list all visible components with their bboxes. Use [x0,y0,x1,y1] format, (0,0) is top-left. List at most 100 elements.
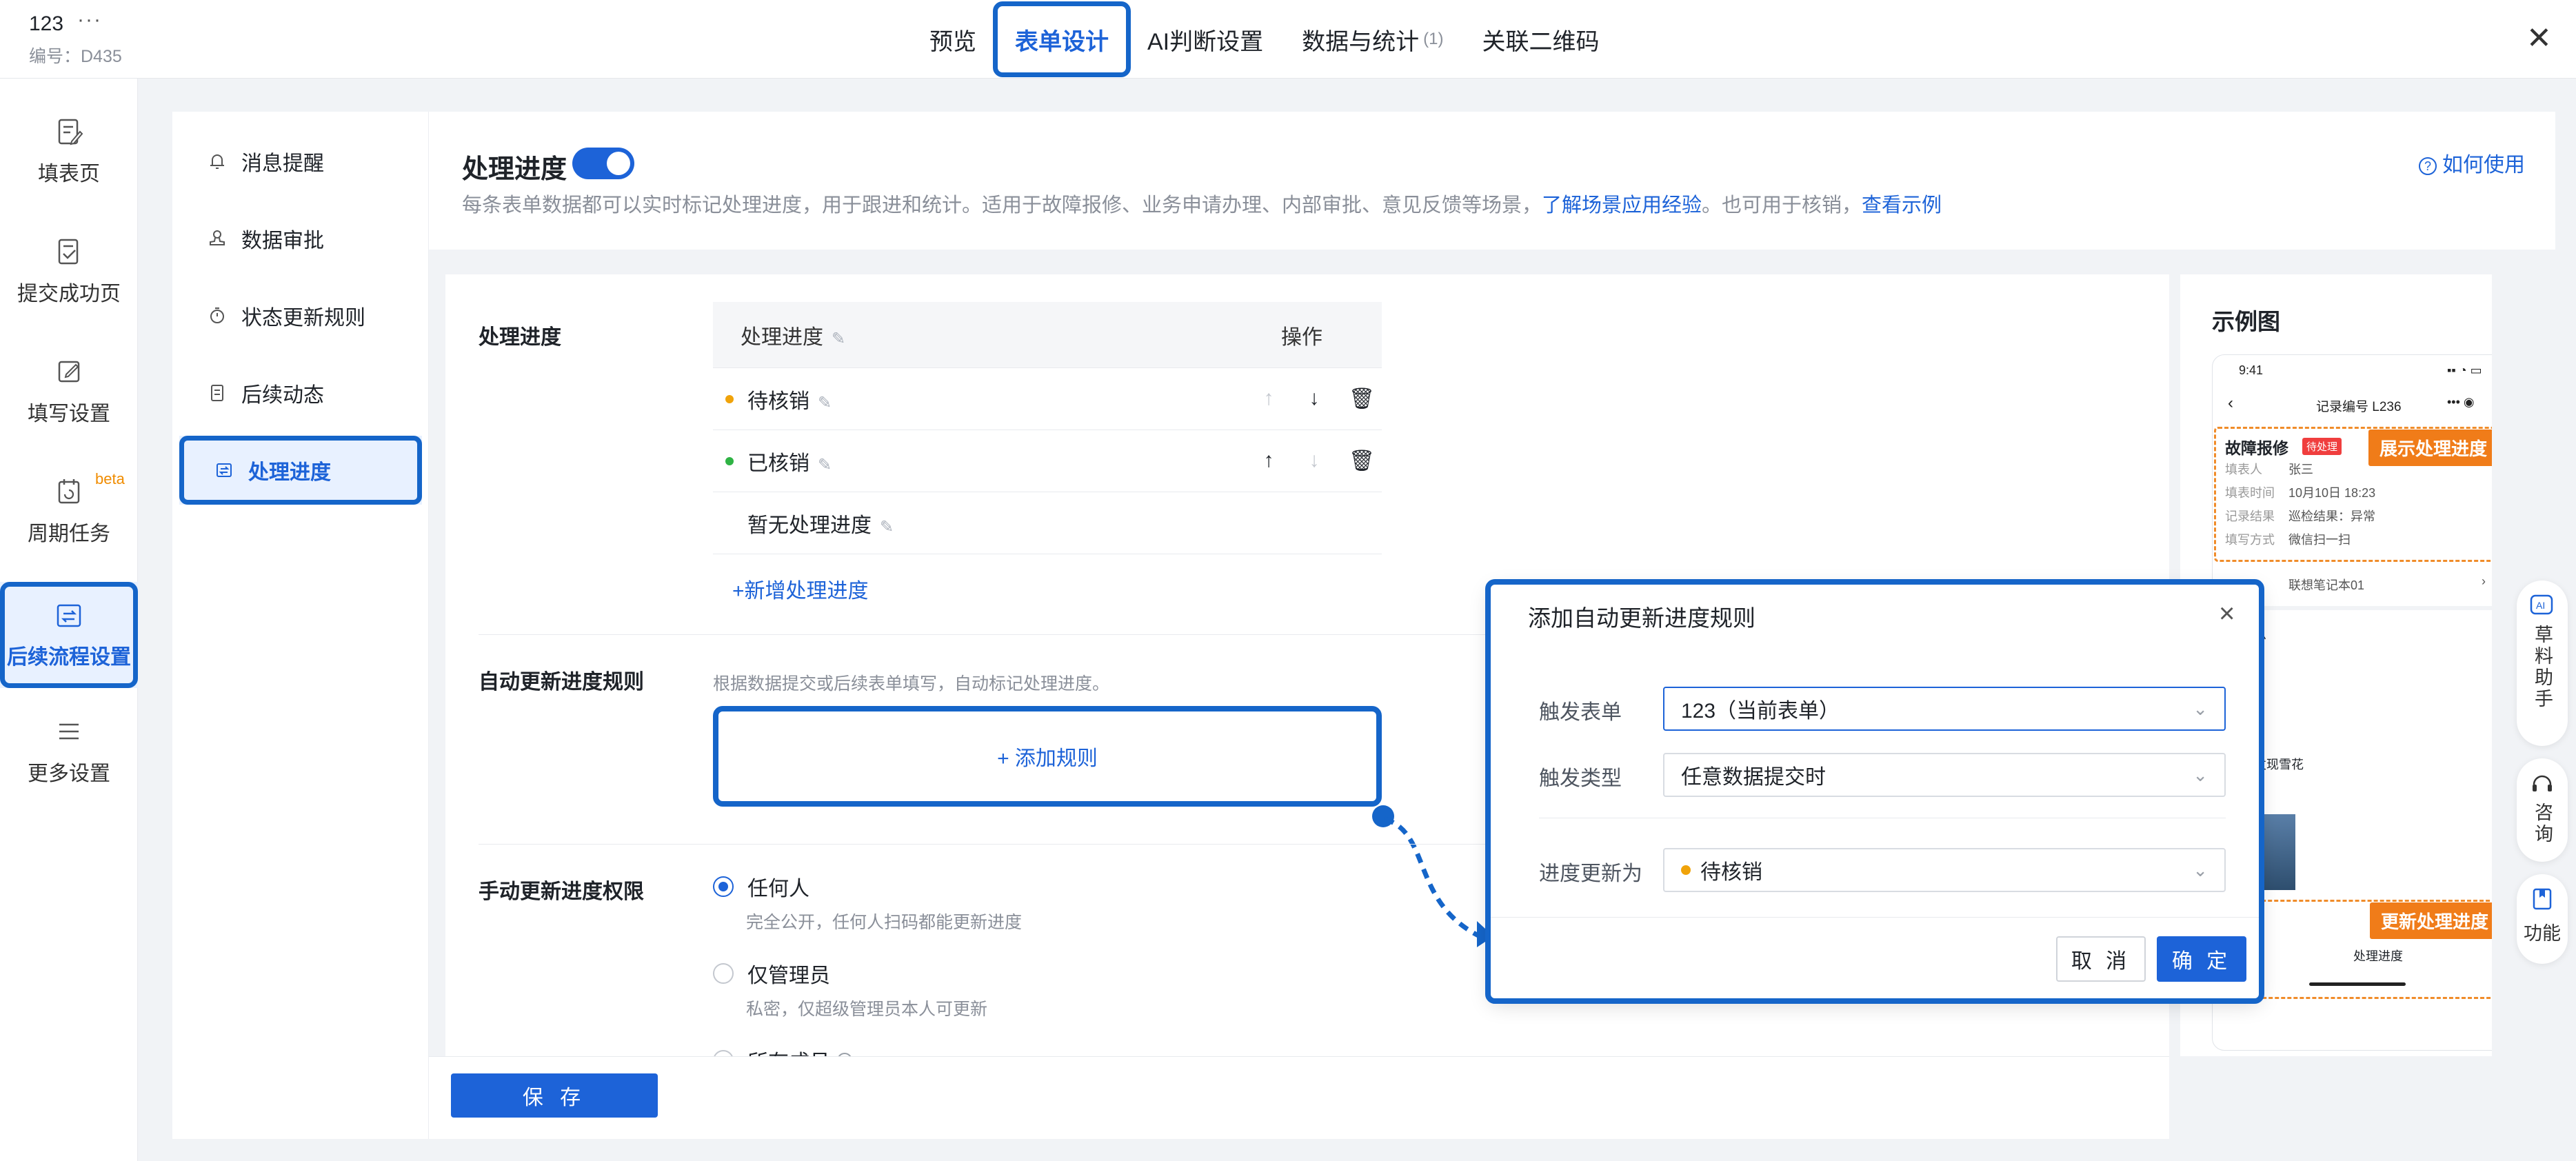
trigger-form-label: 触发表单 [1539,701,1622,724]
trigger-form-select[interactable]: 123（当前表单） ⌄ [1663,687,2226,731]
radio-button[interactable] [713,876,734,897]
col-ops-header: 操作 [1281,325,1322,349]
consult-button[interactable]: 咨询 [2517,758,2568,862]
rail-label: 后续流程设置 [7,646,131,669]
progress-toggle[interactable] [572,148,634,179]
radio-label: 仅管理员 [747,965,830,987]
save-button[interactable]: 保 存 [451,1073,658,1118]
left-rail: 填表页 提交成功页 填写设置 beta 周期任务 后续流程设置 更多设置 [0,79,138,1161]
manual-section-label: 手动更新进度权限 [479,880,644,903]
rail-item-periodic-task[interactable]: beta 周期任务 [0,456,138,567]
tab-data-stats[interactable]: 数据与统计 (1) [1282,0,1462,79]
ai-assistant-button[interactable]: AI 草料助手 [2517,580,2568,746]
rail-label: 周期任务 [28,523,110,545]
show-progress-tag: 展示处理进度 [2368,430,2492,466]
cycle-task-icon [58,479,80,504]
feature-button[interactable]: 功能 [2517,874,2568,964]
field-value: 张三 [2288,463,2313,476]
stamp-icon [210,230,225,245]
progress-section-label: 处理进度 [479,326,561,349]
close-icon[interactable]: × [2219,598,2235,629]
table-header: 处理进度 ✎ 操作 [713,302,1382,368]
bell-icon [210,154,224,169]
trash-icon[interactable]: 🗑 [1349,387,1375,411]
how-to-use-link[interactable]: ? 如何使用 [2419,148,2525,178]
document-icon [211,385,223,401]
ai-icon: AI [2530,594,2553,615]
subnav-item-status-rules[interactable]: 状态更新规则 [172,281,429,350]
subnav-item-follow-up[interactable]: 后续动态 [172,359,429,427]
rail-item-success-page[interactable]: 提交成功页 [0,216,138,327]
rail-item-fill-page[interactable]: 填表页 [0,97,138,207]
add-rule-button[interactable]: + 添加规则 [713,706,1382,807]
cancel-button[interactable]: 取 消 [2056,936,2146,982]
row-ops: ↑ ↓ 🗑 [1258,449,1376,473]
field-key: 填表时间 [2225,486,2275,500]
radio-anyone[interactable]: 任何人 [713,871,809,902]
radio-admin-only[interactable]: 仅管理员 [713,958,830,989]
table-row: 已核销 ✎ ↑ ↓ 🗑 [713,430,1382,492]
workflow-icon [57,604,81,627]
auto-rule-hint: 根据数据提交或后续表单填写，自动标记处理进度。 [713,674,1110,694]
row-ops: ↑ ↓ 🗑 [1258,387,1376,411]
phone-time: 9:41 [2239,363,2264,377]
rail-item-fill-settings[interactable]: 填写设置 [0,336,138,447]
consult-label: 咨询 [2532,802,2553,845]
edit-icon[interactable]: ✎ [818,455,832,475]
edit-icon[interactable]: ✎ [818,393,832,413]
example-link[interactable]: 查看示例 [1862,194,1942,216]
subnav-label: 后续动态 [241,384,324,407]
confirm-button[interactable]: 确 定 [2157,936,2246,982]
phone-nav: ‹ 记录编号 L236 ••• ◉ [2213,391,2492,418]
subnav-item-approval[interactable]: 数据审批 [172,204,429,273]
timer-icon [210,307,224,323]
person-value: 发现雪花 [2254,758,2304,771]
rail-label: 填表页 [38,163,100,185]
field-key: 填写方式 [2225,533,2275,547]
how-to-use-label: 如何使用 [2442,154,2525,176]
headset-icon [2533,775,2552,791]
subnav-item-progress[interactable]: 处理进度 [179,436,422,505]
close-icon[interactable]: ✕ [2526,21,2552,56]
page-description: 每条表单数据都可以实时标记处理进度，用于跟进和统计。适用于故障报修、业务申请办理… [462,189,1942,218]
field-key: 记录结果 [2225,509,2275,523]
move-up-icon[interactable]: ↑ [1258,449,1280,473]
top-bar: 123 ··· 编号：D435 预览 表单设计 AI判断设置 数据与统计 (1) … [0,0,2576,79]
tab-form-design[interactable]: 表单设计 [993,0,1131,79]
progress-name: 已核销 ✎ [747,452,832,475]
subnav-item-notify[interactable]: 消息提醒 [172,127,429,196]
radio-button[interactable] [713,963,734,984]
edit-icon[interactable]: ✎ [832,329,845,349]
tab-preview[interactable]: 预览 [910,0,996,79]
update-to-label: 进度更新为 [1539,862,1642,885]
add-rule-dialog: 添加自动更新进度规则 × 触发表单 123（当前表单） ⌄ 触发类型 任意数据提… [1485,579,2264,1004]
add-progress-button[interactable]: +新增处理进度 [732,574,869,604]
edit-icon[interactable]: ✎ [880,517,894,537]
progress-table: 处理进度 ✎ 操作 待核销 ✎ ↑ ↓ 🗑 已核销 ✎ ↑ ↓ 🗑 暂无处理进度… [713,302,1382,619]
table-row: 暂无处理进度 ✎ [713,492,1382,554]
form-name: 123 [29,12,64,35]
select-value: 123（当前表单） [1681,700,1840,723]
more-options-button[interactable]: ··· [77,8,102,32]
chevron-down-icon: ⌄ [2193,698,2208,719]
move-down-icon[interactable]: ↓ [1303,387,1325,411]
example-title: 示例图 [2212,309,2280,334]
tab-ai-settings[interactable]: AI判断设置 [1128,0,1282,79]
status-badge: 待处理 [2302,438,2342,455]
trigger-type-select[interactable]: 任意数据提交时 ⌄ [1663,753,2226,797]
move-down-icon[interactable]: ↓ [1303,449,1325,473]
trash-icon[interactable]: 🗑 [1349,449,1375,473]
scenario-link[interactable]: 了解场景应用经验 [1542,194,1702,216]
tab-qrcode[interactable]: 关联二维码 [1462,0,1618,79]
menu-icon [59,723,79,740]
feature-label: 功能 [2524,923,2561,944]
photo-thumbnail [2254,814,2295,890]
col-name-header: 处理进度 ✎ [741,325,846,349]
move-up-icon[interactable]: ↑ [1258,387,1280,411]
rail-item-more-settings[interactable]: 更多设置 [0,696,138,807]
radio-desc: 完全公开，任何人扫码都能更新进度 [746,913,1023,932]
radio-desc: 私密，仅超级管理员本人可更新 [746,1000,988,1019]
update-to-select[interactable]: 待核销 ⌄ [1663,848,2226,892]
phone-nav-title: 记录编号 L236 [2316,400,2402,414]
rail-item-workflow-settings[interactable]: 后续流程设置 [0,582,138,688]
